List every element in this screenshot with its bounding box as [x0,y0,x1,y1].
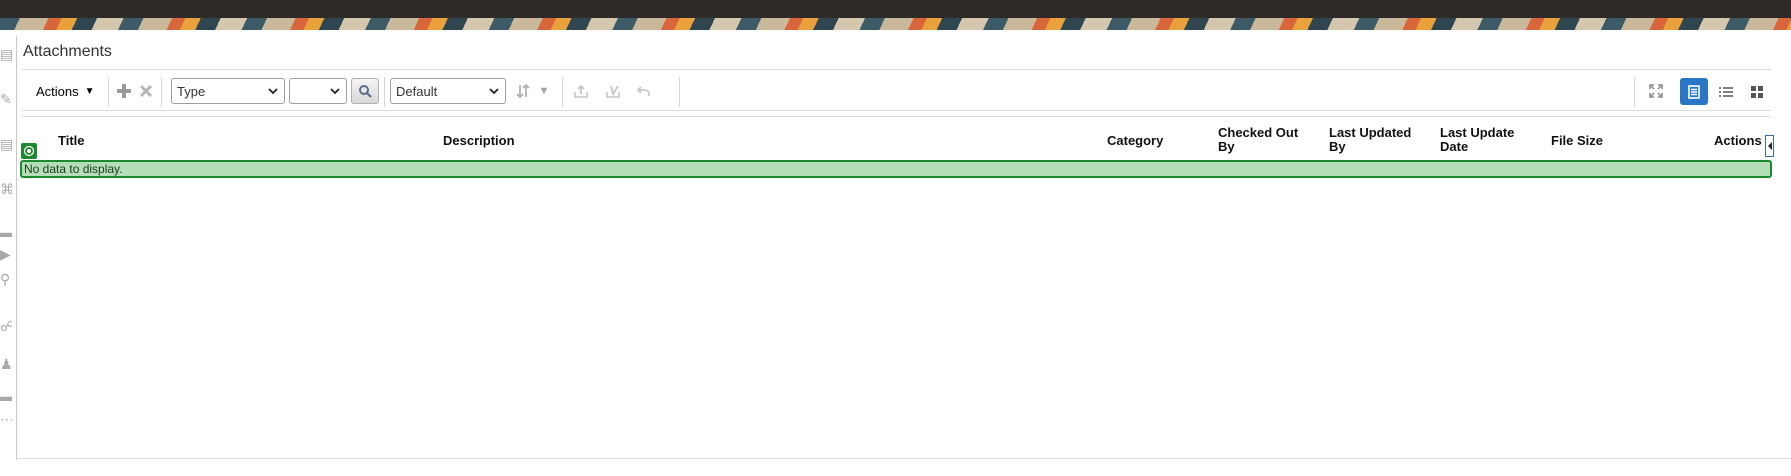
plus-icon [117,84,131,98]
toolbar-divider [1634,77,1635,107]
panel-icon[interactable]: ▬ [0,224,12,240]
page-title: Attachments [23,43,112,60]
type-select[interactable]: Type [171,78,285,104]
list-view-icon [1719,86,1733,97]
chevron-down-icon [268,88,278,95]
close-icon [139,84,153,98]
column-header-title[interactable]: Title [58,134,85,148]
type-select-value: Type [177,83,206,99]
column-header-last-updated-by[interactable]: Last Updated By [1329,126,1419,154]
chevron-down-icon [489,88,499,95]
document-icon[interactable]: ▤ [0,46,12,62]
toolbar: Actions ▼ Type Default ▼ [22,75,1772,107]
sort-button[interactable] [513,81,533,101]
view-select[interactable]: Default [390,78,506,104]
checkin-button[interactable] [603,81,623,101]
chevron-down-icon [330,88,340,95]
column-header-last-update-date[interactable]: Last Update Date [1440,126,1530,154]
paperclip-icon[interactable]: ⌘ [0,181,12,197]
top-bar [0,0,1791,18]
toolbar-divider [562,77,563,107]
column-header-checked-out-by[interactable]: Checked Out By [1218,126,1308,154]
caret-down-icon: ▼ [538,85,550,97]
actions-menu-label: Actions [36,83,79,99]
table-top-rule [22,116,1771,117]
select-all-checkbox[interactable] [21,143,37,159]
table-view-button[interactable] [1680,78,1708,105]
undo-button[interactable] [634,81,654,101]
column-header-description[interactable]: Description [443,134,515,148]
more-icon[interactable]: ⋯ [0,411,12,427]
column-header-category[interactable]: Category [1107,134,1163,148]
minus-icon[interactable]: ▬ [0,388,12,404]
actions-menu[interactable]: Actions ▼ [36,75,95,107]
toolbar-divider [108,77,109,107]
grid-view-button[interactable] [1743,78,1771,105]
toolbar-divider [161,77,162,107]
maximize-button[interactable] [1646,81,1666,101]
title-divider [22,69,1771,70]
column-header-actions[interactable]: Actions [1714,134,1762,148]
delete-button[interactable] [136,81,156,101]
empty-table-message: No data to display. [24,162,123,176]
list-icon[interactable]: ▤ [0,136,12,152]
decorative-banner [0,18,1791,30]
people-icon[interactable]: ♟ [0,356,12,372]
edit-icon[interactable]: ✎ [0,91,12,107]
upload-button[interactable] [571,81,591,101]
caret-down-icon: ▼ [84,85,95,97]
bottom-divider [16,458,1791,459]
search-icon [359,85,372,98]
search-button[interactable] [351,78,379,104]
list-view-button[interactable] [1712,78,1740,105]
search-doc-icon[interactable]: ⚲ [0,271,12,287]
toolbar-divider-line [22,110,1771,111]
column-header-file-size[interactable]: File Size [1551,134,1603,148]
sort-icon [516,83,530,99]
collapse-panel-toggle[interactable] [1765,135,1774,157]
toolbar-divider [679,77,680,107]
target-icon [23,145,35,157]
caret-left-icon [1767,142,1772,150]
empty-table-message-row[interactable]: No data to display. [20,160,1772,178]
grid-view-icon [1751,85,1763,98]
left-icon-rail: ▤ ✎ ▤ ⌘ ▬ ▶ ⚲ ☍ ♟ ▬ ⋯ [0,36,17,460]
network-icon[interactable]: ☍ [0,318,12,334]
view-select-value: Default [396,83,438,99]
play-icon[interactable]: ▶ [0,246,12,262]
checkin-icon [606,85,620,98]
sort-dropdown-button[interactable]: ▼ [534,81,554,101]
undo-icon [636,86,650,96]
toolbar-divider [384,77,385,107]
expand-icon [1649,84,1663,98]
upload-icon [574,84,588,98]
add-button[interactable] [114,81,134,101]
secondary-select[interactable] [289,78,347,104]
table-view-icon [1688,84,1700,99]
